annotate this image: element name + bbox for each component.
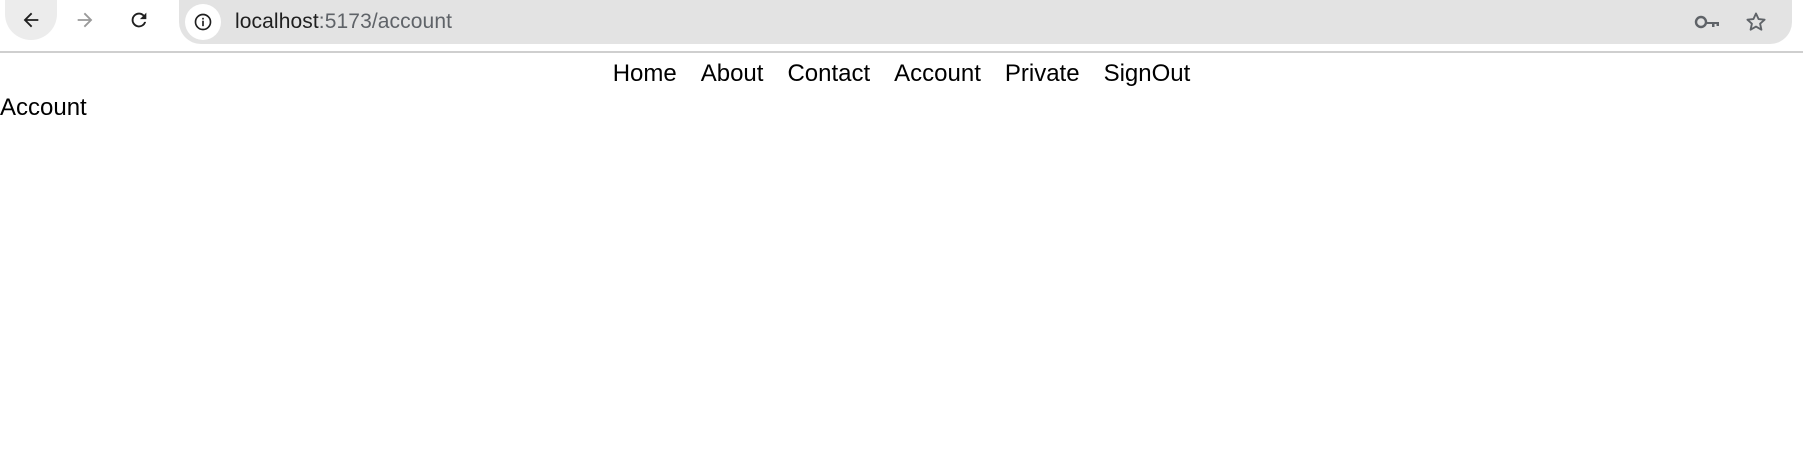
reload-icon [131, 12, 147, 28]
forward-button[interactable] [59, 0, 111, 40]
url-text[interactable]: localhost:5173/account [235, 10, 1690, 34]
nav-link-account[interactable]: Account [894, 57, 981, 97]
reload-button[interactable] [113, 0, 165, 40]
nav-link-about[interactable]: About [701, 57, 764, 97]
page-content: Home About Contact Account Private SignO… [0, 53, 1803, 121]
url-host: localhost [235, 10, 319, 33]
nav-link-signout[interactable]: SignOut [1104, 57, 1191, 97]
nav-link-private[interactable]: Private [1005, 57, 1080, 97]
page-title: Account [0, 94, 87, 121]
arrow-right-icon [77, 12, 93, 28]
back-button[interactable] [5, 0, 57, 40]
key-icon [1694, 15, 1719, 29]
star-icon [1746, 12, 1766, 31]
browser-toolbar: localhost:5173/account [0, 0, 1803, 53]
nav-link-contact[interactable]: Contact [787, 57, 870, 97]
url-path: :5173/account [318, 10, 453, 33]
top-navigation: Home About Contact Account Private SignO… [0, 53, 1803, 97]
info-icon [194, 13, 212, 31]
address-bar[interactable]: localhost:5173/account [179, 0, 1792, 44]
arrow-left-icon [23, 12, 39, 28]
nav-link-home[interactable]: Home [613, 57, 677, 97]
bookmark-button[interactable] [1738, 4, 1774, 40]
site-info-button[interactable] [185, 4, 221, 40]
password-manager-button[interactable] [1690, 4, 1726, 40]
